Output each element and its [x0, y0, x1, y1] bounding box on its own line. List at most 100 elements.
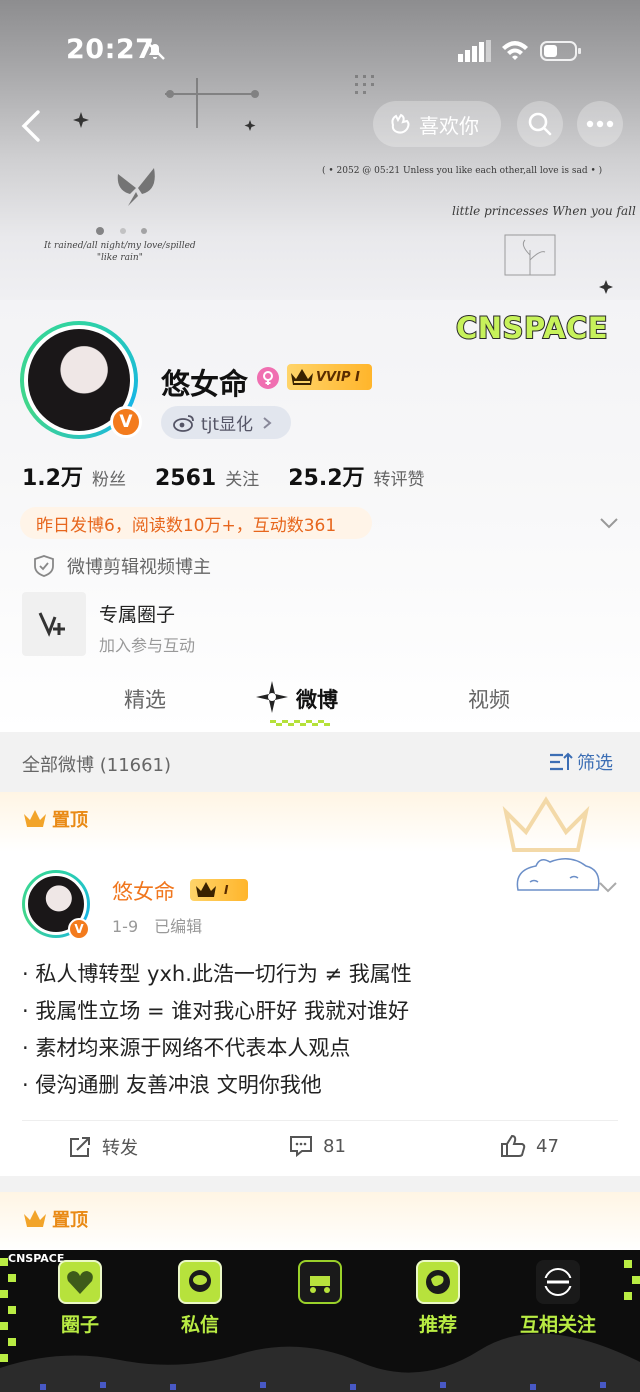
crown-icon — [196, 882, 216, 897]
nav-circle[interactable]: 圈子 — [30, 1260, 130, 1337]
sparkle-icon — [256, 681, 288, 713]
engagement-stat[interactable]: 25.2万 转评赞 — [288, 460, 424, 492]
verified-badge: V — [110, 406, 142, 438]
like-post-button[interactable]: 47 — [500, 1134, 559, 1158]
pinned-header: 置顶 — [0, 792, 640, 852]
more-button[interactable] — [577, 101, 623, 147]
search-button[interactable] — [517, 101, 563, 147]
nav-recommend[interactable]: 推荐 — [388, 1260, 488, 1337]
like-button[interactable]: 喜欢你 — [373, 101, 501, 147]
chevron-left-icon — [21, 110, 40, 142]
filter-row: 全部微博 (11661) 筛选 — [0, 732, 640, 792]
post-meta: 1-9 已编辑 — [112, 913, 218, 937]
tab-featured[interactable]: 精选 — [124, 684, 166, 714]
heart-icon — [58, 1260, 102, 1304]
exclusive-circle-icon[interactable] — [22, 592, 86, 656]
all-posts-count: 全部微博 (11661) — [22, 755, 172, 776]
status-time: 20:27 — [66, 34, 155, 65]
pinned-label: 置顶 — [22, 1206, 88, 1232]
vip-badge[interactable]: Ⅰ — [190, 879, 248, 901]
vvip-badge[interactable]: VVIP Ⅰ — [287, 364, 372, 390]
post-date: 1-9 — [112, 917, 139, 936]
nav-mutual-follow[interactable]: 互相关注 — [508, 1260, 608, 1337]
circle-title[interactable]: 专属圈子 — [99, 600, 175, 627]
bottom-nav: CNSPACE 圈子 私信 推荐 互相关注 — [0, 1250, 640, 1392]
pinned-text: 置顶 — [52, 810, 88, 831]
nav-messages[interactable]: 私信 — [150, 1260, 250, 1337]
post-line: · 侵沟通删 友善冲浪 文明你我他 — [22, 1073, 322, 1097]
back-button[interactable] — [14, 104, 48, 148]
comment-button[interactable]: 81 — [289, 1134, 346, 1158]
nav-label: 私信 — [180, 1314, 219, 1336]
certification-label: 微博剪辑视频博主 — [67, 557, 211, 578]
nav-home[interactable] — [270, 1260, 370, 1310]
weibo-chip[interactable]: tjt显化 — [161, 406, 291, 439]
post-body: · 私人博转型 yxh.此浩一切行为 ≠ 我属性 · 我属性立场 = 谁对我心肝… — [22, 956, 412, 1104]
wifi-icon — [502, 41, 528, 60]
chevron-down-icon[interactable] — [598, 512, 620, 534]
comment-count: 81 — [323, 1135, 346, 1157]
pinned-label: 置顶 — [22, 806, 88, 832]
signal-icon — [458, 40, 491, 62]
cnspace-logo: CNSPACE — [455, 310, 609, 346]
like-count: 47 — [536, 1135, 559, 1157]
vvip-label: VVIP Ⅰ — [316, 369, 360, 385]
battery-icon — [540, 41, 581, 61]
tab-weibo[interactable]: 微博 — [296, 684, 338, 714]
certification-row[interactable]: 微博剪辑视频博主 — [33, 553, 211, 579]
chevron-right-icon — [263, 416, 272, 429]
repost-button[interactable]: 转发 — [68, 1134, 138, 1160]
profile-name: 悠女命 — [161, 367, 249, 401]
weibo-logo-icon — [173, 414, 194, 432]
post-line: · 私人博转型 yxh.此浩一切行为 ≠ 我属性 — [22, 962, 412, 986]
shield-check-icon — [34, 555, 54, 577]
profile-stats: 1.2万 粉丝 2561 关注 25.2万 转评赞 — [22, 460, 454, 492]
banner-script: little princesses When you fall in — [452, 204, 640, 218]
female-icon — [257, 367, 279, 389]
filter-icon — [550, 752, 573, 771]
rover-icon — [298, 1260, 342, 1304]
pinned-text: 置顶 — [52, 1210, 88, 1231]
filter-label: 筛选 — [577, 753, 613, 774]
like-label: 喜欢你 — [419, 113, 479, 138]
tab-video[interactable]: 视频 — [468, 684, 510, 714]
stat-label: 转评赞 — [373, 470, 425, 490]
crown-watermark — [502, 796, 590, 852]
sleeping-cat-sticker — [516, 858, 600, 891]
globe-icon — [416, 1260, 460, 1304]
post-actions: 转发 81 47 — [0, 1128, 640, 1168]
astronaut-icon — [178, 1260, 222, 1304]
thumbs-up-icon — [501, 1134, 526, 1157]
crown-icon — [24, 1210, 46, 1227]
nav-label: 互相关注 — [519, 1314, 596, 1336]
crown-icon — [24, 810, 46, 827]
like-hand-icon — [391, 113, 410, 134]
following-stat[interactable]: 2561 关注 — [155, 465, 259, 491]
chevron-down-icon[interactable] — [597, 876, 619, 898]
stat-label: 关注 — [225, 470, 260, 490]
tab-indicator — [270, 720, 330, 726]
filter-button[interactable]: 筛选 — [549, 749, 613, 775]
more-dots-icon — [586, 120, 614, 128]
divider — [22, 1120, 618, 1121]
repost-label: 转发 — [102, 1138, 138, 1159]
profile-tabs: 精选 微博 视频 — [0, 670, 640, 732]
stat-value: 25.2万 — [288, 466, 365, 491]
crown-icon — [291, 369, 313, 385]
post-card[interactable]: V 悠女命 Ⅰ 1-9 已编辑 · 私人博转型 yxh.此浩一切行为 ≠ 我属性 … — [0, 852, 640, 1176]
post-edited: 已编辑 — [154, 917, 203, 936]
daily-summary[interactable]: 昨日发博6，阅读数10万+，互动数361 — [20, 507, 372, 539]
section-gap — [0, 1176, 640, 1192]
followers-stat[interactable]: 1.2万 粉丝 — [22, 460, 126, 492]
stat-value: 2561 — [154, 466, 217, 491]
banner-poem-line1: It rained/all night/my love/spilled — [44, 241, 196, 251]
comment-icon — [290, 1136, 312, 1158]
circle-subtitle: 加入参与互动 — [99, 636, 196, 655]
post-author[interactable]: 悠女命 — [112, 876, 175, 906]
banner-quote: ( • 2052 @ 05:21 Unless you like each ot… — [322, 166, 603, 176]
post-line: · 我属性立场 = 谁对我心肝好 我就对谁好 — [22, 999, 409, 1023]
cnspace-badge-icon — [536, 1260, 580, 1304]
banner-poem: It rained/all night/my love/spilled "lik… — [44, 240, 196, 264]
pinned-header-2: 置顶 — [0, 1192, 640, 1252]
search-icon — [528, 112, 552, 136]
